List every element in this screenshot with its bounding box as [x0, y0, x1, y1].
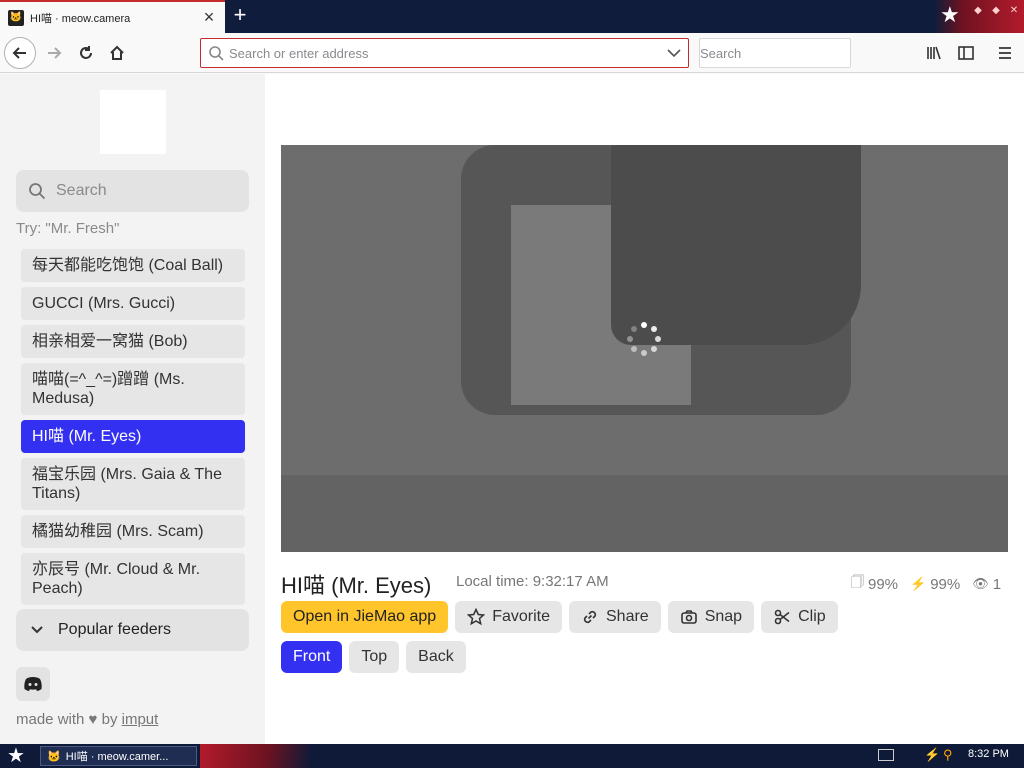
chevron-down-icon[interactable] — [660, 44, 688, 62]
share-label: Share — [606, 608, 649, 625]
camera-list-item[interactable]: 相亲相爱一窝猫 (Bob) — [21, 325, 245, 358]
camera-search-input[interactable] — [56, 182, 236, 200]
video-scene — [611, 145, 861, 345]
browser-tab[interactable]: 🐱 HI喵 · meow.camera × — [0, 0, 225, 33]
camera-list-item[interactable]: 福宝乐园 (Mrs. Gaia & The Titans) — [21, 458, 245, 510]
battery-level: 99% — [930, 575, 961, 593]
popular-feeders-toggle[interactable]: Popular feeders — [16, 609, 249, 651]
view-button-front[interactable]: Front — [281, 641, 343, 673]
theme-star-icon: ★ — [940, 2, 960, 27]
search-icon — [209, 46, 224, 61]
clip-button[interactable]: Clip — [761, 601, 838, 633]
menu-button[interactable] — [991, 39, 1019, 67]
search-hint: Try: "Mr. Fresh" — [16, 220, 120, 237]
address-bar[interactable] — [200, 38, 689, 68]
network-tray-icon[interactable]: ⚡ — [924, 747, 940, 763]
scissors-icon — [774, 609, 790, 625]
reload-button[interactable] — [70, 37, 102, 69]
home-button[interactable] — [101, 37, 133, 69]
view-button-top[interactable]: Top — [349, 641, 400, 673]
start-star-icon[interactable]: ★ — [7, 745, 25, 767]
star-icon — [467, 608, 486, 626]
open-app-button[interactable]: Open in JieMao app — [281, 601, 449, 633]
snap-button[interactable]: Snap — [667, 601, 755, 633]
home-icon — [110, 45, 124, 60]
camera-video-feed[interactable] — [281, 145, 1008, 552]
share-button[interactable]: Share — [569, 601, 661, 633]
taskbar-clock: 8:32 PM — [968, 748, 1009, 760]
nav-toolbar — [0, 33, 1024, 73]
hamburger-menu-icon — [999, 47, 1011, 59]
view-button-back[interactable]: Back — [406, 641, 466, 673]
back-button[interactable] — [4, 37, 36, 69]
taskbar-window-title: HI喵 · meow.camer... — [65, 751, 169, 763]
web-search-input[interactable] — [700, 40, 876, 66]
chevron-down-icon — [31, 626, 43, 634]
camera-list-item[interactable]: HI喵 (Mr. Eyes) — [21, 420, 245, 453]
footer-made-with: made with — [16, 711, 85, 728]
camera-list-item[interactable]: 每天都能吃饱饱 (Coal Ball) — [21, 249, 245, 282]
taskbar-decoration — [200, 744, 310, 768]
camera-list-item[interactable]: GUCCI (Mrs. Gucci) — [21, 287, 245, 320]
discord-button[interactable] — [16, 667, 50, 701]
reload-icon — [80, 46, 92, 59]
food-level: 99% — [868, 575, 899, 593]
sidebar-toggle-button[interactable] — [952, 39, 980, 67]
camera-list: 每天都能吃饱饱 (Coal Ball) GUCCI (Mrs. Gucci) 相亲相… — [21, 249, 245, 610]
os-taskbar: ★ 🐱 HI喵 · meow.camer... ⚡ ⚲ 8:32 PM — [0, 744, 1024, 768]
favorite-button[interactable]: Favorite — [455, 601, 562, 633]
camera-icon — [680, 610, 697, 624]
library-icon — [927, 46, 941, 60]
camera-list-item[interactable]: 橘猫幼稚园 (Mrs. Scam) — [21, 515, 245, 548]
video-scene — [281, 475, 1008, 552]
taskbar-window-button[interactable]: 🐱 HI喵 · meow.camer... — [40, 746, 197, 766]
heart-icon: ♥ — [88, 711, 98, 728]
camera-list-item[interactable]: 亦辰号 (Mr. Cloud & Mr. Peach) — [21, 553, 245, 605]
cat-face-icon: 🐱 — [8, 9, 24, 26]
local-time: Local time: 9:32:17 AM — [456, 573, 609, 590]
camera-search-box[interactable] — [16, 170, 249, 212]
close-tab-icon[interactable]: × — [199, 7, 219, 28]
favorite-label: Favorite — [492, 608, 550, 625]
link-icon — [583, 610, 597, 624]
open-app-label: Open in JieMao app — [293, 608, 437, 625]
search-icon — [29, 183, 46, 200]
footer: made with ♥ by imput — [16, 711, 158, 728]
logo — [100, 90, 166, 154]
food-bowl-icon: 🗍 — [851, 574, 864, 589]
minimize-icon[interactable]: ◆ — [970, 4, 986, 18]
close-window-icon[interactable]: ✕ — [1006, 4, 1022, 18]
tab-title: HI喵 · meow.camera — [30, 12, 131, 25]
loading-spinner-icon — [627, 322, 661, 356]
sidebar: Try: "Mr. Fresh" 每天都能吃饱饱 (Coal Ball) GUCC… — [0, 74, 265, 744]
keyboard-tray-icon[interactable] — [878, 749, 894, 761]
camera-stats: 🗍 99% ⚡ 99% 👁 1 — [851, 573, 1001, 595]
battery-icon: ⚡ — [910, 576, 927, 591]
clip-label: Clip — [798, 608, 826, 625]
forward-button[interactable] — [38, 37, 70, 69]
search-tray-icon[interactable]: ⚲ — [943, 747, 953, 763]
camera-list-item[interactable]: 喵喵(=^_^=)蹭蹭 (Ms. Medusa) — [21, 363, 245, 415]
library-button[interactable] — [920, 39, 948, 67]
camera-title: HI喵 (Mr. Eyes) — [281, 573, 432, 598]
page-content: Try: "Mr. Fresh" 每天都能吃饱饱 (Coal Ball) GUCC… — [0, 74, 1024, 744]
popular-feeders-label: Popular feeders — [58, 621, 171, 638]
author-link[interactable]: imput — [122, 711, 159, 728]
browser-icon: 🐱 — [47, 750, 61, 763]
discord-icon — [24, 677, 42, 691]
new-tab-icon[interactable]: + — [228, 4, 252, 28]
tab-bar: 🐱 HI喵 · meow.camera × + ★ ◆ ◆ ✕ — [0, 0, 1024, 33]
viewer-count: 1 — [992, 575, 1002, 593]
maximize-icon[interactable]: ◆ — [988, 4, 1004, 18]
action-buttons: Open in JieMao app Favorite Share Snap C… — [281, 601, 838, 633]
arrow-left-icon — [12, 47, 26, 59]
search-bar[interactable] — [699, 38, 876, 68]
eye-icon: 👁 — [972, 576, 989, 591]
snap-label: Snap — [704, 608, 743, 625]
arrow-right-icon — [48, 47, 62, 59]
sidebar-icon — [958, 46, 974, 60]
footer-by: by — [101, 711, 118, 728]
view-selector: Front Top Back — [281, 641, 466, 673]
address-input[interactable] — [229, 40, 660, 66]
